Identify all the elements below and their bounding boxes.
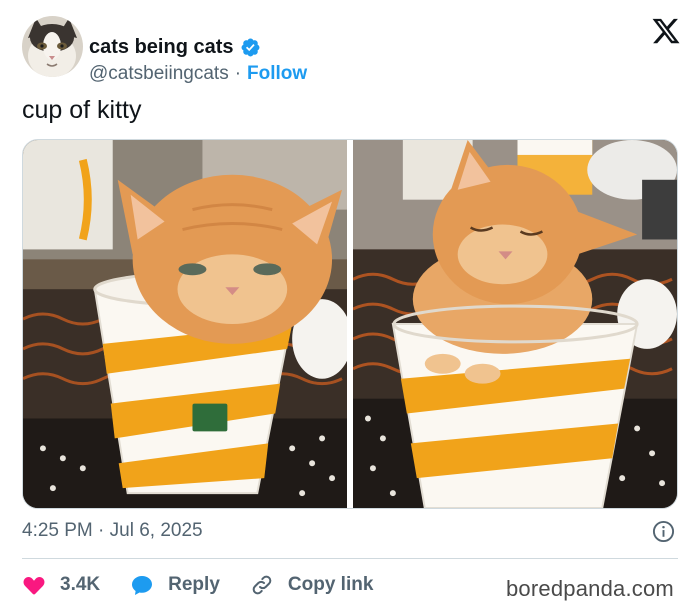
media-grid xyxy=(22,139,678,509)
handle-row: @catsbeiingcats · Follow xyxy=(89,63,307,85)
heart-icon xyxy=(23,576,45,595)
like-count: 3.4K xyxy=(60,574,101,595)
action-bar: 3.4K Reply Copy link xyxy=(22,570,403,600)
divider xyxy=(22,558,678,559)
link-icon xyxy=(252,575,272,595)
kitten-photo-right[interactable] xyxy=(353,140,677,508)
watermark: boredpanda.com xyxy=(506,576,674,601)
separator: · xyxy=(234,63,242,84)
kitten-photo-left[interactable] xyxy=(23,140,347,508)
tweet-header: cats being cats @catsbeiingcats · Follow xyxy=(22,16,682,84)
tweet-timestamp[interactable]: 4:25 PM · Jul 6, 2025 xyxy=(22,520,203,542)
reply-bubble-icon xyxy=(132,576,153,595)
verified-badge-icon xyxy=(241,38,259,57)
like-button[interactable]: 3.4K xyxy=(22,573,100,597)
x-logo-icon[interactable] xyxy=(650,16,682,46)
avatar[interactable] xyxy=(22,16,83,77)
copy-link-button[interactable]: Copy link xyxy=(250,573,374,597)
follow-button[interactable]: Follow xyxy=(247,63,307,85)
handle[interactable]: @catsbeiingcats xyxy=(89,63,229,85)
copy-link-label: Copy link xyxy=(287,574,374,595)
tweet-text: cup of kitty xyxy=(22,96,142,124)
info-icon[interactable] xyxy=(652,520,675,543)
name-row: cats being cats xyxy=(89,36,261,59)
reply-button[interactable]: Reply xyxy=(130,573,220,597)
display-name[interactable]: cats being cats xyxy=(89,36,234,59)
reply-label: Reply xyxy=(168,574,220,595)
